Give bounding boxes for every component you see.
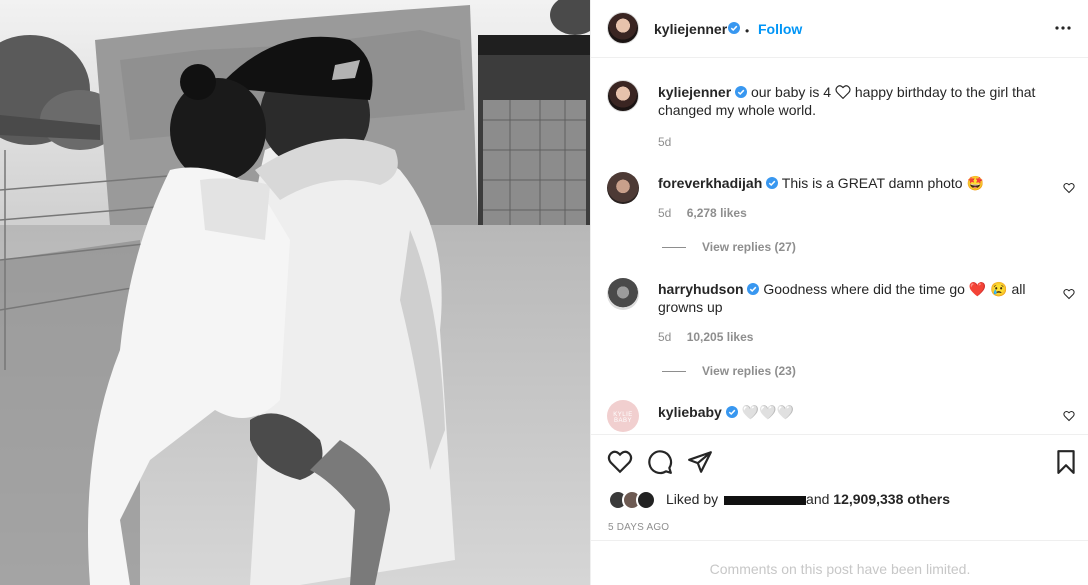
bookmark-icon[interactable] xyxy=(1053,449,1079,475)
verified-badge-icon xyxy=(766,177,779,189)
caption-avatar[interactable] xyxy=(607,80,639,112)
replies-divider xyxy=(662,371,686,373)
comment-username[interactable]: kyliebaby xyxy=(658,404,722,420)
view-replies-button[interactable]: View replies (23) xyxy=(662,364,796,378)
comment-meta: 5d 6,278 likes xyxy=(658,206,759,220)
post-actions: Liked by and 12,909,338 others 5 DAYS AG… xyxy=(591,434,1088,540)
view-replies-label: View replies (27) xyxy=(702,240,796,254)
comment-body: This is a GREAT damn photo 🤩 xyxy=(781,175,984,191)
post-timestamp[interactable]: 5 DAYS AGO xyxy=(608,522,669,533)
liked-by-prefix: Liked by xyxy=(666,491,719,507)
post-sidebar: kyliejenner • Follow kyliejenner our bab… xyxy=(590,0,1088,585)
comment-time[interactable]: 5d xyxy=(658,330,671,344)
post-photo[interactable] xyxy=(0,0,590,585)
kyliebaby-logo: KYLIE BABY xyxy=(613,412,633,424)
comment-icon[interactable] xyxy=(647,449,673,475)
comment-username[interactable]: foreverkhadijah xyxy=(658,175,762,191)
comment-time[interactable]: 5d xyxy=(658,206,671,220)
verified-badge-icon xyxy=(747,283,760,295)
view-replies-label: View replies (23) xyxy=(702,364,796,378)
verified-badge-icon xyxy=(725,406,738,418)
liked-by-connector: and xyxy=(806,491,830,507)
comment-text: kyliebaby 🤍🤍🤍 xyxy=(658,403,1053,421)
comment-likes[interactable]: 10,205 likes xyxy=(687,330,754,344)
caption-meta: 5d xyxy=(658,135,683,149)
comments-limited-bar: Comments on this post have been limited. xyxy=(591,540,1088,585)
comment-text: harryhudson Goodness where did the time … xyxy=(658,280,1053,316)
comment-like-heart-icon[interactable] xyxy=(1063,410,1075,422)
view-replies-button[interactable]: View replies (27) xyxy=(662,240,796,254)
header-username[interactable]: kyliejenner xyxy=(654,21,727,37)
follow-button[interactable]: Follow xyxy=(758,21,802,37)
comments-list[interactable]: kyliejenner our baby is 4 happy birthday… xyxy=(591,58,1088,434)
photo-illustration xyxy=(0,0,590,585)
liked-by-text: Liked by and 12,909,338 others xyxy=(666,491,950,507)
comments-limited-text: Comments on this post have been limited. xyxy=(709,561,971,577)
comment-avatar[interactable] xyxy=(607,278,639,310)
caption-time[interactable]: 5d xyxy=(658,135,671,149)
comment-avatar[interactable]: KYLIE BABY xyxy=(607,400,639,432)
replies-divider xyxy=(662,247,686,249)
send-icon[interactable] xyxy=(687,449,713,475)
liker-avatar xyxy=(636,490,656,510)
verified-badge-icon xyxy=(735,86,748,98)
comment-like-heart-icon[interactable] xyxy=(1063,288,1075,300)
heart-icon[interactable] xyxy=(607,449,633,475)
post-header: kyliejenner • Follow xyxy=(591,0,1088,58)
comment-meta: 5d 10,205 likes xyxy=(658,330,765,344)
liked-by-count[interactable]: 12,909,338 others xyxy=(833,491,950,507)
redacted-username xyxy=(724,495,807,505)
header-separator: • xyxy=(745,24,750,38)
comment-like-heart-icon[interactable] xyxy=(1063,182,1075,194)
comment-body: 🤍🤍🤍 xyxy=(741,404,794,420)
caption-text: kyliejenner our baby is 4 happy birthday… xyxy=(658,83,1053,119)
comment-username[interactable]: harryhudson xyxy=(658,281,744,297)
white-heart-emoji-icon xyxy=(835,85,851,100)
avatar[interactable] xyxy=(607,12,639,44)
caption-body-start: our baby is 4 xyxy=(750,84,832,100)
comment-text: foreverkhadijah This is a GREAT damn pho… xyxy=(658,174,1053,192)
comment-avatar[interactable] xyxy=(607,172,639,204)
verified-badge-icon xyxy=(728,22,740,34)
comment-likes[interactable]: 6,278 likes xyxy=(687,206,747,220)
caption-username[interactable]: kyliejenner xyxy=(658,84,731,100)
more-horizontal-icon[interactable] xyxy=(1053,18,1073,38)
